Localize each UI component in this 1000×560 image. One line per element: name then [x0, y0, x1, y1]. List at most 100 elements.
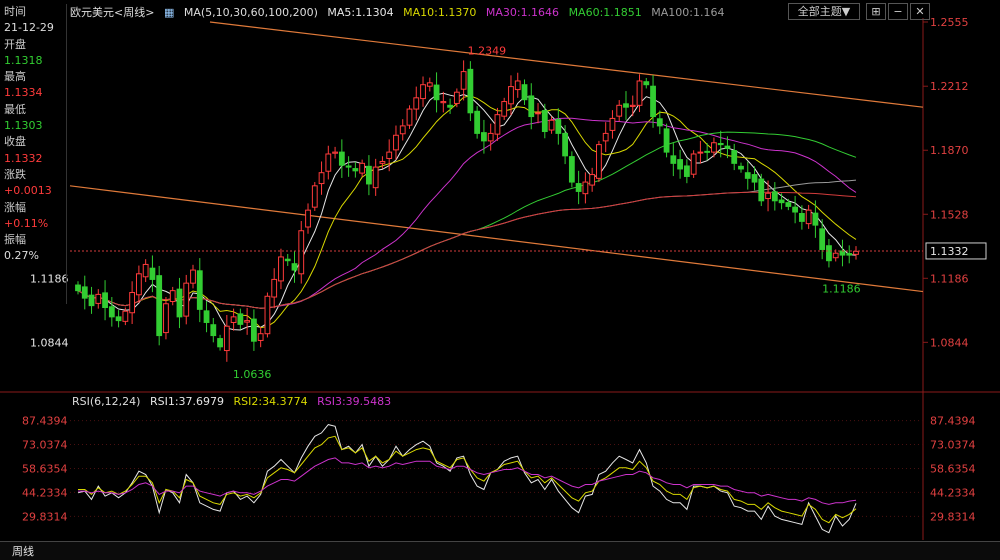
time-label: 时间	[4, 5, 26, 18]
recent-low-annotation: 1.1186	[822, 282, 861, 295]
candle-body	[278, 256, 284, 282]
candle-body	[129, 292, 136, 314]
candle-body	[663, 128, 670, 153]
left-price-label: 1.0844	[30, 336, 69, 349]
ma60-value: MA60:1.1851	[568, 6, 642, 19]
candle-body	[717, 143, 724, 146]
candle-body	[393, 134, 399, 151]
y-tick-label: 1.1186	[930, 272, 969, 285]
candle-body	[108, 306, 115, 318]
candle-body	[433, 84, 440, 101]
candle-body	[623, 103, 629, 108]
rsi-tick-label-right: 58.6354	[930, 462, 976, 475]
candle-body	[352, 168, 359, 172]
candle-body	[636, 80, 643, 106]
candle-body	[399, 125, 406, 135]
ma5-value: MA5:1.1304	[327, 6, 394, 19]
candle-body	[325, 153, 332, 172]
ma-header: 欧元美元<周线> ▦ MA(5,10,30,60,100,200) MA5:1.…	[70, 4, 731, 20]
ma-icon[interactable]: ▦	[164, 6, 174, 19]
candle-body	[541, 110, 548, 133]
settings-icon[interactable]: ⊞	[866, 3, 886, 20]
rsi-tick-label-right: 87.4394	[930, 415, 976, 428]
candle-body	[832, 252, 839, 259]
bottom-bar	[0, 541, 1000, 560]
candle-body	[386, 151, 393, 159]
ma200-line	[77, 191, 857, 309]
candle-body	[846, 253, 853, 256]
candle-body	[284, 258, 291, 262]
candle-body	[758, 178, 765, 202]
candle-body	[257, 333, 264, 341]
candle-body	[555, 119, 562, 134]
period-selector[interactable]: 周线	[12, 543, 34, 559]
rsi-tick-label-left: 87.4394	[22, 415, 68, 428]
ma30-value: MA30:1.1646	[485, 6, 560, 19]
candle-body	[413, 97, 420, 110]
minus-icon[interactable]: −	[888, 3, 908, 20]
ma100-value: MA100:1.164	[651, 6, 725, 19]
rsi2-value: RSI2:34.3774	[233, 395, 308, 408]
candle-body	[494, 114, 501, 135]
rsi3-value: RSI3:39.5483	[317, 395, 392, 408]
time-value: 21-12-29	[4, 21, 54, 35]
candle-body	[744, 172, 751, 179]
high-label: 最高	[4, 70, 26, 84]
y-tick-label: 1.2212	[930, 80, 969, 93]
candle-body	[156, 275, 163, 337]
candle-body	[453, 91, 460, 104]
candle-body	[683, 165, 690, 177]
candle-body	[528, 95, 535, 118]
candle-body	[751, 174, 758, 183]
chart-canvas[interactable]: 1.23491.06361.118620202021 1.25551.22121…	[0, 0, 1000, 559]
theme-select[interactable]: 全部主题▼	[788, 3, 860, 20]
y-tick-label: 1.1528	[930, 208, 969, 221]
candle-body	[501, 101, 508, 117]
candle-body	[711, 142, 717, 153]
candle-body	[359, 162, 366, 174]
candle-body	[250, 318, 257, 342]
candle-body	[562, 132, 568, 157]
info-panel: 时间 21-12-29 开盘 1.1318 最高 1.1334 最低 1.130…	[0, 4, 67, 304]
candle-body	[521, 84, 528, 101]
candle-body	[298, 230, 305, 275]
low-label: 最低	[4, 102, 26, 116]
candle-body	[305, 209, 311, 228]
candle-body	[853, 250, 859, 255]
candle-body	[819, 228, 826, 250]
candle-body	[771, 191, 778, 202]
candle-body	[332, 151, 338, 154]
rsi1-value: RSI1:37.6979	[149, 395, 225, 408]
candle-body	[481, 132, 487, 142]
y-tick-label: 1.1870	[930, 144, 969, 157]
close-value: 1.1332	[4, 151, 43, 165]
candle-body	[271, 278, 278, 298]
close-icon[interactable]: ✕	[910, 3, 930, 20]
amp-value: 0.27%	[4, 249, 39, 263]
rsi-tick-label-right: 73.0374	[930, 439, 976, 452]
candle-body	[535, 112, 541, 115]
candle-body	[568, 156, 575, 183]
candle-body	[379, 160, 386, 164]
candle-body	[650, 85, 656, 118]
pct-label: 涨幅	[4, 200, 26, 214]
y-tick-label: 1.0844	[930, 336, 969, 349]
candle-body	[582, 181, 589, 195]
candle-body	[264, 295, 271, 335]
ma10-value: MA10:1.1370	[403, 6, 477, 19]
candle-body	[460, 71, 467, 90]
candle-body	[826, 245, 832, 262]
candle-body	[366, 165, 372, 185]
candle-body	[75, 284, 81, 292]
candle-body	[447, 104, 453, 108]
rsi-tick-label-left: 44.2334	[22, 486, 68, 499]
candle-body	[731, 150, 738, 164]
candle-body	[839, 250, 846, 256]
candle-body	[169, 290, 176, 303]
rsi-tick-label-left: 73.0374	[22, 439, 68, 452]
candle-body	[589, 174, 596, 186]
open-value: 1.1318	[4, 53, 43, 67]
candle-body	[738, 165, 744, 170]
candle-body	[677, 159, 684, 170]
candle-body	[440, 101, 447, 104]
